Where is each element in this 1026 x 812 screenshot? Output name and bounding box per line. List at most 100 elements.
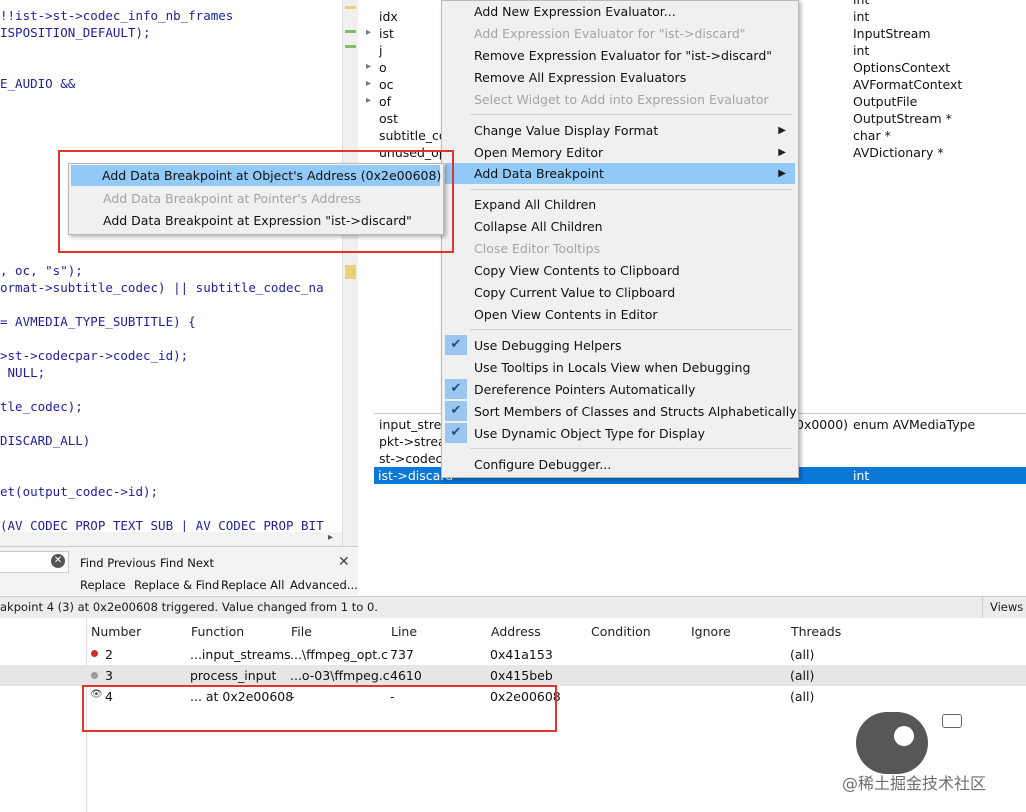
local-name[interactable]: oc [379,77,394,92]
menu-item-add-data-breakpoint[interactable]: Add Data Breakpoint ▶ [445,163,795,184]
local-name[interactable]: ist [379,26,394,41]
cell-line: 4610 [390,668,422,683]
table-row[interactable]: 3 process_input ...o-03\ffmpeg.c 4610 0x… [0,665,1026,686]
cell-threads: (all) [790,647,815,662]
menu-item-remove-all-evaluators[interactable]: Remove All Expression Evaluators [474,70,686,85]
cell-line: 737 [390,647,414,662]
local-name[interactable]: ost [379,111,398,126]
scroll-marker [345,30,356,33]
expand-icon[interactable]: ▸ [366,27,371,38]
replace-all-button[interactable]: Replace All [221,578,284,592]
checkmark-icon: ✔ [445,335,467,355]
side-panel [0,618,87,812]
menu-item-dereference-pointers[interactable]: Dereference Pointers Automatically [474,382,695,397]
blank-area [358,546,1026,596]
local-type: int [853,0,869,7]
watch-type: enum AVMediaType [853,417,976,432]
expand-icon[interactable]: ▸ [366,61,371,72]
local-name[interactable]: of [379,94,391,109]
column-header-file[interactable]: File [291,624,312,639]
code-line: tle_codec); [0,399,83,414]
menu-item-add-evaluator-for: Add Expression Evaluator for "ist->disca… [474,26,746,41]
cell-threads: (all) [790,689,815,704]
local-name[interactable]: subtitle_co [379,128,447,143]
status-text: akpoint 4 (3) at 0x2e00608 triggered. Va… [0,600,378,614]
code-line: DISCARD_ALL) [0,433,91,448]
code-line: = AVMEDIA_TYPE_SUBTITLE) { [0,314,196,329]
column-header-line[interactable]: Line [391,624,417,639]
divider [982,597,983,619]
local-type: AVFormatContext [853,77,963,92]
menu-item-copy-current-value[interactable]: Copy Current Value to Clipboard [474,285,675,300]
local-name[interactable]: o [379,60,387,75]
column-header-address[interactable]: Address [491,624,541,639]
cell-file: ...o-03\ffmpeg.c [290,668,390,683]
menu-item-dynamic-object-type[interactable]: Use Dynamic Object Type for Display [474,426,705,441]
code-line: ISPOSITION_DEFAULT); [0,25,151,40]
local-type: int [853,43,870,58]
scroll-thumb[interactable] [345,265,356,279]
local-name[interactable]: j [379,43,382,58]
menu-item-change-display-format[interactable]: Change Value Display Format [474,123,658,138]
watch-name[interactable]: st->codec [379,451,442,466]
cell-function: process_input [190,668,277,683]
find-next-button[interactable]: Find Next [160,556,214,570]
annotation-box [82,685,557,732]
clear-icon[interactable]: ✕ [51,554,65,568]
code-line: E_AUDIO && [0,76,76,91]
local-type: AVDictionary * [853,145,944,160]
menu-item-expand-all[interactable]: Expand All Children [474,197,596,212]
status-bar: akpoint 4 (3) at 0x2e00608 triggered. Va… [0,596,1026,620]
column-header-ignore[interactable]: Ignore [691,624,731,639]
menu-item-add-new-evaluator[interactable]: Add New Expression Evaluator... [474,4,676,19]
watch-name[interactable]: input_strea [379,417,449,432]
views-button[interactable]: Views [990,600,1023,614]
submenu-arrow-icon: ▶ [778,125,786,136]
column-header-threads[interactable]: Threads [791,624,841,639]
expand-icon[interactable]: ▸ [366,78,371,89]
menu-separator [470,329,792,330]
menu-separator [470,114,792,115]
menu-item-use-debugging-helpers[interactable]: Use Debugging Helpers [474,338,622,353]
local-type: InputStream [853,26,931,41]
menu-item-collapse-all[interactable]: Collapse All Children [474,219,603,234]
local-type: OptionsContext [853,60,951,75]
breakpoint-dot-icon [91,672,98,679]
replace-find-button[interactable]: Replace & Find [134,578,219,592]
local-type: int [853,9,870,24]
menu-item-copy-view-contents[interactable]: Copy View Contents to Clipboard [474,263,680,278]
menu-item-remove-evaluator-for[interactable]: Remove Expression Evaluator for "ist->di… [474,48,772,63]
scroll-marker [345,45,356,48]
scroll-marker [345,6,356,9]
menu-item-sort-members[interactable]: Sort Members of Classes and Structs Alph… [474,404,797,419]
find-previous-button[interactable]: Find Previous [80,556,156,570]
checkmark-icon: ✔ [445,401,467,421]
local-name[interactable]: idx [379,9,398,24]
menu-item-open-in-editor[interactable]: Open View Contents in Editor [474,307,658,322]
watch-name[interactable]: pkt->strea [379,434,446,449]
code-editor[interactable]: !!ist->st->codec_info_nb_frames ISPOSITI… [0,0,342,546]
breakpoint-dot-icon [91,650,98,657]
local-type: OutputFile [853,94,918,109]
checkmark-icon: ✔ [445,423,467,443]
scroll-right-icon[interactable]: ▸ [328,532,333,543]
menu-item-configure-debugger[interactable]: Configure Debugger... [474,457,611,472]
menu-item-close-tooltips: Close Editor Tooltips [474,241,601,256]
replace-button[interactable]: Replace [80,578,126,592]
expand-icon[interactable]: ▸ [366,95,371,106]
column-header-function[interactable]: Function [191,624,244,639]
menu-item-open-memory-editor[interactable]: Open Memory Editor [474,145,603,160]
table-row[interactable]: 2 ...input_streams ...\ffmpeg_opt.c 737 … [87,644,1026,665]
editor-scrollbar[interactable] [342,0,358,546]
advanced-button[interactable]: Advanced... [290,578,358,592]
close-icon[interactable]: ✕ [338,554,350,570]
annotation-box [58,150,454,253]
checkmark-icon: ✔ [445,379,467,399]
menu-item-use-tooltips[interactable]: Use Tooltips in Locals View when Debuggi… [474,360,750,375]
column-header-condition[interactable]: Condition [591,624,651,639]
cell-number: 3 [105,668,113,683]
column-header-number[interactable]: Number [91,624,141,639]
watch-value: 0x0000) [796,417,849,432]
context-menu: Add New Expression Evaluator... Add Expr… [441,0,799,478]
horizontal-scrollbar[interactable]: ▸ [0,532,342,546]
